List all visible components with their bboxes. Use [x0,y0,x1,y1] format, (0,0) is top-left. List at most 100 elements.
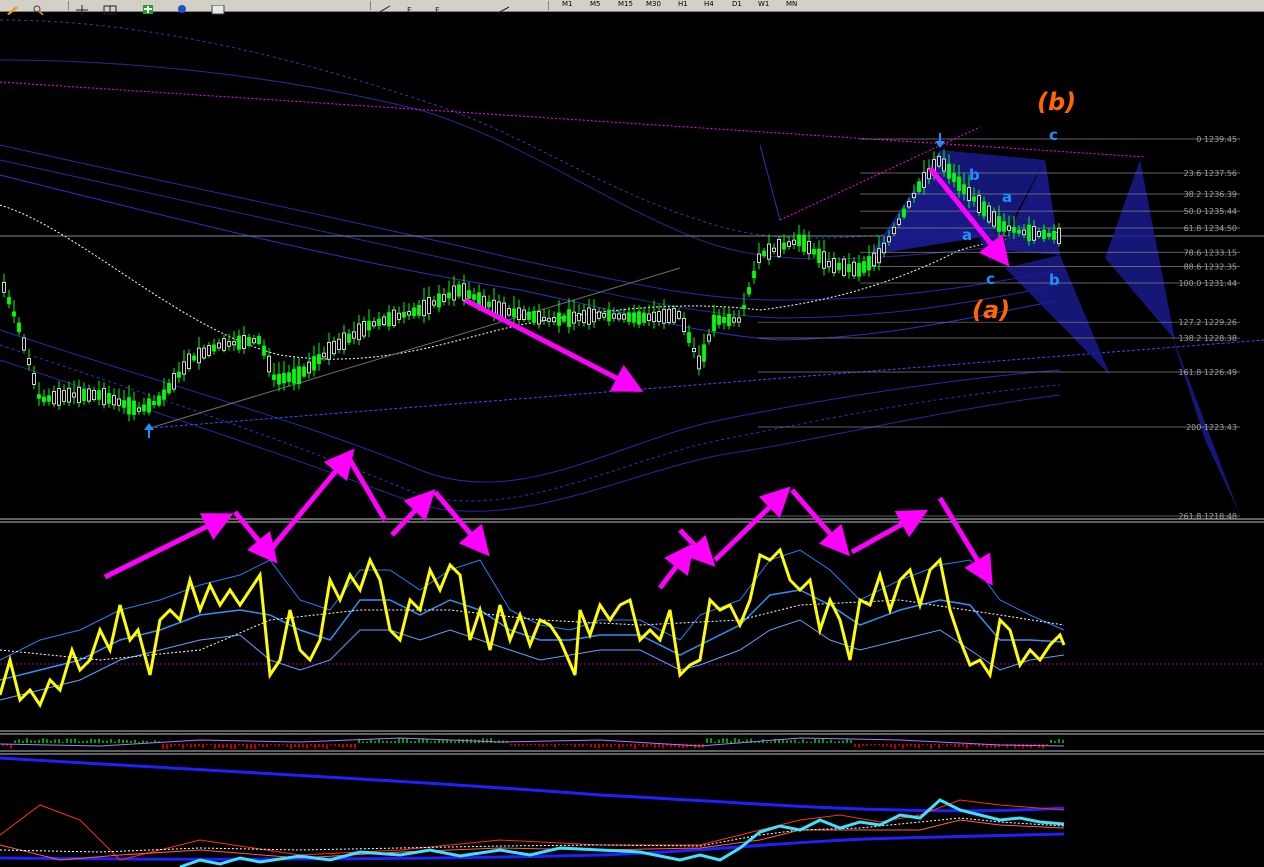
histogram-bar [190,744,192,748]
histogram-bar [394,741,396,743]
timeframe-w1[interactable]: W1 [758,0,769,8]
pencil-icon[interactable] [4,0,20,15]
candle-body [862,261,866,273]
histogram-bar [626,744,628,746]
calendar-icon[interactable] [210,0,226,15]
histogram-bar [322,744,324,748]
candle-body [857,263,861,277]
timeframe-h4[interactable]: H4 [704,0,714,8]
histogram-bar [246,744,248,749]
add-icon[interactable] [140,0,156,14]
zoom-icon[interactable] [30,0,46,16]
histogram-bar [186,744,188,746]
candle-body [1012,227,1016,233]
histogram-bar [306,744,308,749]
candle-body [202,347,206,359]
candle-body [97,390,101,400]
candle-body [1027,224,1031,242]
refresh-icon[interactable] [174,0,190,13]
histogram-bar [442,740,444,743]
histogram-bar [590,744,592,748]
candle-body [342,332,346,350]
candle-body [352,331,356,339]
histogram-bar [594,744,596,749]
fibo-level-label: 161.8 1226.49 [1178,368,1237,377]
candle-body [972,196,976,202]
candle-body [822,251,826,269]
grid-icon[interactable] [102,0,118,15]
candle-body [207,345,211,356]
candle-body [347,333,351,343]
histogram-bar [214,744,216,749]
candle-body [987,205,991,223]
histogram-bar [654,744,656,748]
histogram-bar [814,739,816,743]
candle-body [267,355,271,373]
price-chart[interactable]: 0 1239.45 23.6 1237.56 38.2 1236.39 50.0 12… [0,12,1264,867]
histogram-bar [634,744,636,749]
histogram-bar [194,744,196,748]
candle-body [722,316,726,324]
fib-icon[interactable]: F [404,0,420,15]
histogram-bar [610,744,612,748]
timeframe-d1[interactable]: D1 [732,0,742,8]
timeframe-m1[interactable]: M1 [562,0,573,8]
candle-body [952,173,956,182]
text-icon[interactable]: F [432,0,448,15]
histogram-bar [138,741,140,743]
candle-body [237,335,241,350]
candle-body [627,312,631,322]
candle-body [912,192,916,199]
candle-body [387,312,391,327]
arrow-icon[interactable] [496,0,512,14]
histogram-bar [598,744,600,749]
fibo-level-label: 0 1239.45 [1196,135,1237,144]
candle-body [687,332,691,343]
histogram-bar [618,744,620,749]
crosshair-icon[interactable] [74,0,90,15]
histogram-bar [1062,739,1064,743]
candle-body [472,294,476,300]
histogram-bar [942,744,944,746]
histogram-bar [462,739,464,743]
histogram-bar [102,740,104,743]
candle-body [167,382,171,394]
candle-body [842,258,846,276]
histogram-bar [574,744,576,748]
candle-body [32,373,36,385]
candle-body [82,388,86,402]
histogram-bar [334,744,336,747]
oscillator-signal [0,589,1065,681]
histogram-bar [354,744,356,749]
candle-body [977,195,981,213]
candle-body [607,310,611,322]
timeframe-h1[interactable]: H1 [678,0,688,8]
candle-body [447,292,451,299]
histogram-bar [726,738,728,743]
histogram-bar [926,744,928,746]
histogram-bar [882,744,884,747]
histogram-bar [230,744,232,749]
histogram-bar [658,744,660,748]
timeframe-m15[interactable]: M15 [618,0,633,8]
histogram-bar [430,741,432,743]
line-icon[interactable] [376,0,392,14]
candle-body [377,318,381,326]
timeframe-m5[interactable]: M5 [590,0,601,8]
wave-label-minor-c-top: c [1049,126,1058,144]
timeframe-m30[interactable]: M30 [646,0,661,8]
histogram-bar [1006,744,1008,748]
histogram-bar [966,744,968,749]
histogram-bar [562,744,564,746]
histogram-bar [262,744,264,747]
histogram-bar [142,740,144,743]
fibo-level-label: 100.0 1231.44 [1178,279,1237,288]
candle-body [397,312,401,320]
histogram-bar [1050,739,1052,743]
histogram-bar [226,744,228,748]
candle-body [2,282,6,293]
timeframe-mn[interactable]: MN [786,0,797,8]
candle-body [802,234,806,252]
histogram-bar [38,740,40,743]
fibo-level-label: 200 1223.43 [1186,423,1237,432]
